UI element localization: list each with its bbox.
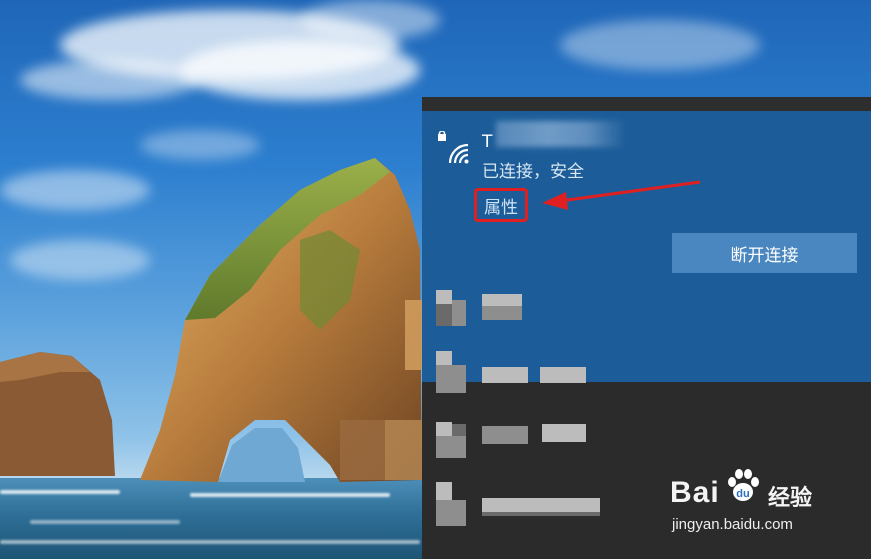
- redacted-wifi-icon: [452, 424, 466, 436]
- redacted-wifi-icon: [436, 436, 466, 458]
- ssid-redaction: [496, 121, 626, 147]
- redacted-network-name: [482, 367, 528, 383]
- baidu-jingyan-watermark: Bai du 经验 jingyan.baidu.com: [668, 462, 868, 542]
- properties-label: 属性: [484, 197, 518, 218]
- redacted-wifi-icon: [436, 500, 466, 526]
- redacted-network-name: [482, 306, 522, 320]
- redacted-wifi-icon: [436, 422, 452, 436]
- disconnect-button[interactable]: 断开连接: [672, 233, 857, 273]
- connection-status: 已连接，安全: [482, 162, 584, 182]
- redacted-network-name: [542, 424, 586, 442]
- secured-wifi-icon: [438, 131, 469, 164]
- flyout-top-strip: [422, 97, 871, 111]
- redacted-wifi-icon: [452, 300, 466, 326]
- watermark-url: jingyan.baidu.com: [672, 516, 793, 533]
- properties-link[interactable]: 属性: [474, 188, 528, 222]
- redacted-wifi-icon: [436, 351, 452, 365]
- redacted-network-name: [482, 512, 600, 516]
- baidu-paw-icon: du: [728, 469, 759, 501]
- redacted-network-name: [482, 294, 522, 306]
- redacted-wifi-icon: [436, 365, 466, 393]
- disconnect-label: 断开连接: [730, 245, 799, 266]
- network-ssid: T: [482, 132, 493, 152]
- svg-text:du: du: [736, 488, 749, 500]
- redacted-wifi-icon: [436, 482, 452, 500]
- redacted-network-name: [482, 426, 528, 444]
- watermark-brand-suffix: 经验: [768, 486, 813, 511]
- redacted-network-name: [540, 367, 586, 383]
- network-list-item[interactable]: [422, 290, 871, 350]
- redacted-wifi-icon: [436, 304, 452, 326]
- redacted-wifi-icon: [436, 290, 452, 304]
- network-list-item[interactable]: [422, 351, 871, 411]
- watermark-brand: Bai: [670, 476, 720, 509]
- redacted-network-name: [482, 498, 600, 512]
